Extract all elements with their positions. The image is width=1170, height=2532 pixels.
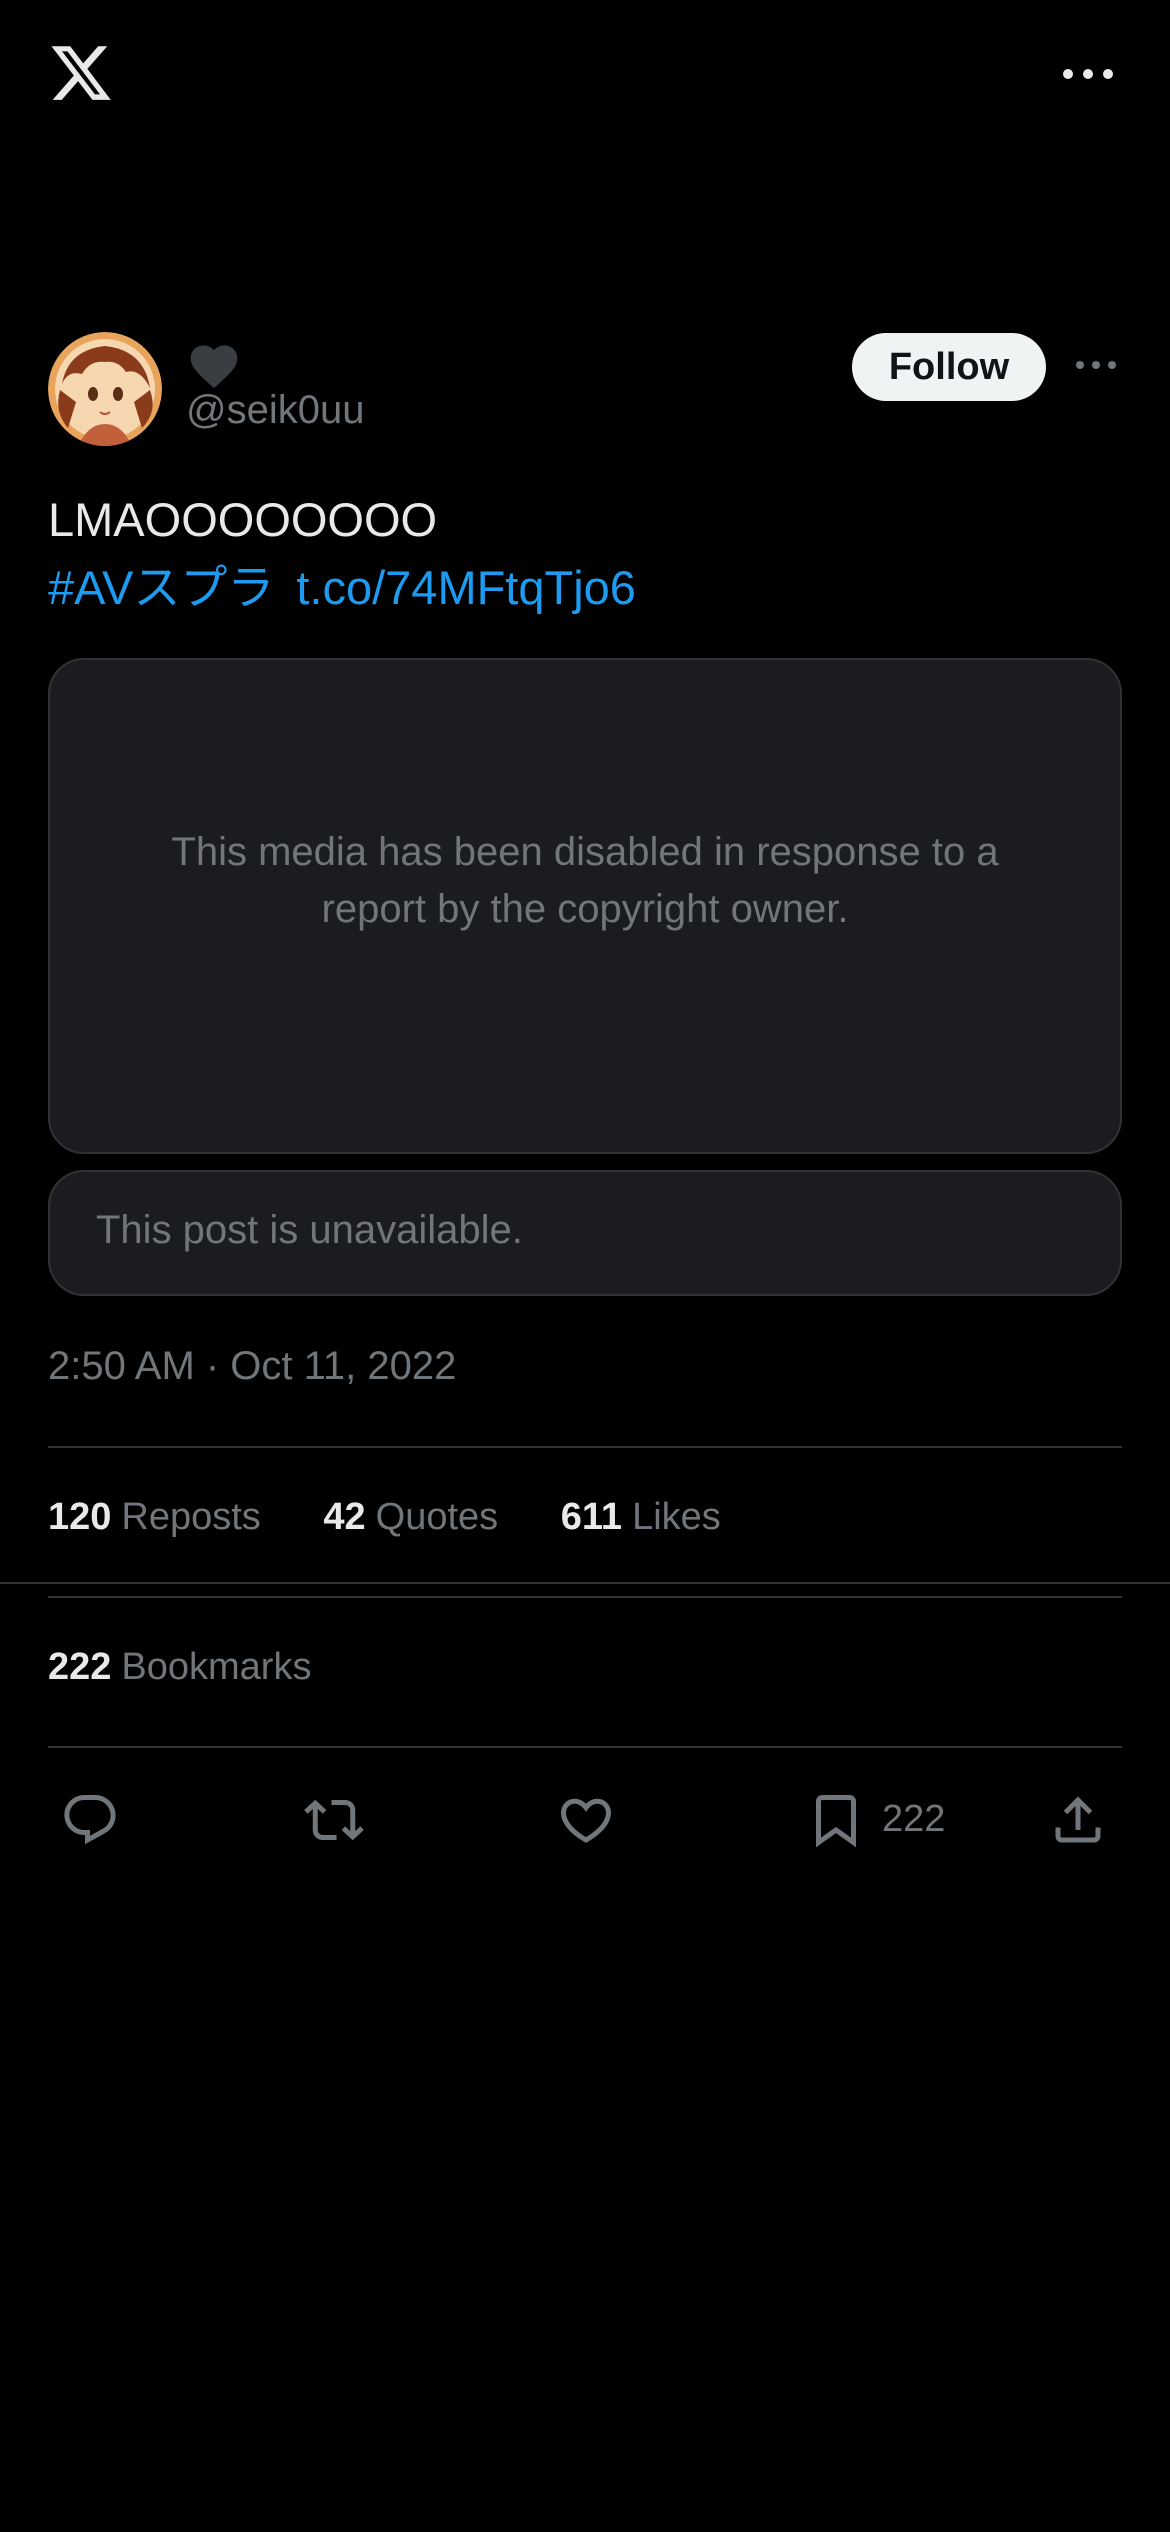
bookmark-icon [816,1795,856,1848]
avatar[interactable] [48,332,162,446]
author-handle[interactable]: @seik0uu [186,388,364,433]
like-icon [560,1798,612,1843]
action-bar: 222 [0,1790,1170,1870]
engagement-stats: 120 Reposts 42 Quotes 611 Likes [48,1496,773,1539]
post-more-icon[interactable] [1074,350,1118,380]
share-icon [1055,1796,1101,1843]
divider [48,1746,1122,1748]
media-disabled-card: This media has been disabled in response… [48,658,1122,1154]
more-horizontal-icon[interactable] [1060,56,1116,92]
like-button[interactable] [556,1790,616,1856]
bookmarks-stat: 222 Bookmarks [48,1646,312,1688]
follow-button[interactable]: Follow [852,333,1046,401]
divider [48,1446,1122,1448]
url-link[interactable]: t.co/74MFtqTjo6 [296,561,636,614]
post-text: LMAOOOOOOOO [48,493,438,546]
post-links: #AVスプラ t.co/74MFtqTjo6 [48,558,658,618]
heart-icon [186,338,242,390]
quotes-stat[interactable]: 42 Quotes [323,1496,498,1539]
divider [48,1596,1122,1598]
unavailable-message: This post is unavailable. [96,1208,523,1252]
top-bar [0,0,1170,150]
bookmark-button[interactable]: 222 [806,1790,945,1856]
repost-button[interactable] [304,1790,364,1856]
likes-stat[interactable]: 611 Likes [561,1496,721,1539]
reposts-stat[interactable]: 120 Reposts [48,1496,261,1539]
share-button[interactable] [1048,1790,1108,1856]
post-timestamp[interactable]: 2:50 AM · Oct 11, 2022 [48,1344,456,1389]
x-logo-icon[interactable] [48,40,114,106]
repost-icon [304,1799,364,1841]
bookmark-count: 222 [882,1798,946,1840]
divider [0,1582,1170,1584]
hashtag-link[interactable]: #AVスプラ [48,561,274,614]
quoted-post-unavailable[interactable]: This post is unavailable. [48,1170,1122,1296]
media-disabled-message: This media has been disabled in response… [171,830,999,931]
reply-icon [64,1795,116,1845]
reply-button[interactable] [60,1790,120,1856]
